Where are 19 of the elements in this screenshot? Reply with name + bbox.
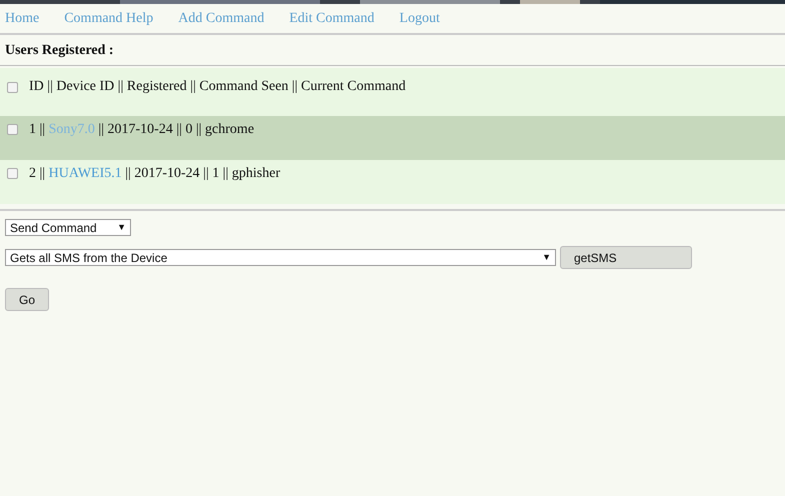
row-text: 2 || HUAWEI5.1 || 2017-10-24 || 1 || gphisher: [29, 167, 280, 181]
nav-link[interactable]: Command Help: [64, 8, 154, 29]
device-link[interactable]: Sony7.0: [48, 122, 95, 137]
row-text: 1 || Sony7.0 || 2017-10-24 || 0 || gchrome: [29, 123, 254, 137]
checkbox[interactable]: [7, 124, 18, 135]
command-select[interactable]: Gets all SMS from the Device ▼: [5, 249, 556, 266]
table-row[interactable]: 1 || Sony7.0 || 2017-10-24 || 0 || gchrome: [0, 116, 785, 160]
nav-link[interactable]: Logout: [399, 8, 440, 29]
checkbox[interactable]: [7, 82, 18, 93]
table-header: ID || Device ID || Registered || Command Seen || Current Command: [29, 80, 406, 94]
command-button[interactable]: getSMS: [560, 246, 692, 269]
mode-select[interactable]: Send Command ▼: [5, 219, 131, 236]
nav-link[interactable]: Edit Command: [289, 8, 374, 29]
go-button[interactable]: Go: [5, 288, 49, 311]
section-heading: Users Registered :: [5, 42, 114, 60]
checkbox[interactable]: [7, 168, 18, 179]
nav-link[interactable]: Home: [5, 8, 40, 29]
device-link[interactable]: HUAWEI5.1: [48, 166, 122, 181]
nav-link[interactable]: Add Command: [178, 8, 264, 29]
